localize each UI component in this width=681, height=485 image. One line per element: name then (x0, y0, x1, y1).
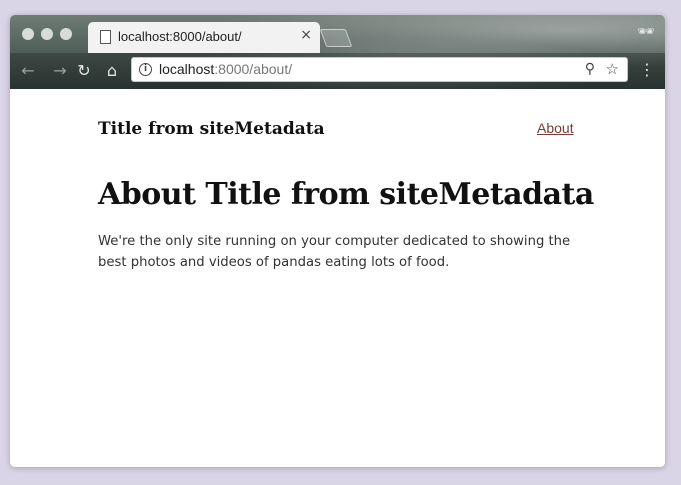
browser-toolbar: ← → ↻ ⌂ i localhost:8000/about/ ⚲ ☆ ⋮ (10, 53, 665, 89)
tab-title: localhost:8000/about/ (118, 29, 242, 44)
forward-icon[interactable]: → (50, 61, 70, 81)
url-path: :8000/about/ (214, 61, 293, 77)
site-title[interactable]: Title from siteMetadata (98, 119, 325, 139)
close-window-button[interactable] (22, 28, 34, 40)
bookmark-star-icon[interactable]: ☆ (606, 60, 619, 78)
url-text[interactable]: localhost:8000/about/ (159, 61, 292, 77)
url-host: localhost (159, 61, 215, 77)
minimize-window-button[interactable] (41, 28, 53, 40)
browser-chrome: localhost:8000/about/ × 🕶 ← → ↻ ⌂ i loca… (10, 15, 665, 89)
home-icon[interactable]: ⌂ (102, 61, 122, 81)
page-content: Title from siteMetadata About About Titl… (10, 89, 665, 467)
browser-menu-icon[interactable]: ⋮ (639, 61, 655, 79)
zoom-icon[interactable]: ⚲ (585, 61, 595, 77)
page-title: About Title from siteMetadata (98, 177, 594, 212)
incognito-icon: 🕶 (637, 24, 655, 40)
info-icon[interactable]: i (139, 63, 152, 76)
tab-close-icon[interactable]: × (300, 27, 312, 43)
maximize-window-button[interactable] (60, 28, 72, 40)
browser-window: localhost:8000/about/ × 🕶 ← → ↻ ⌂ i loca… (10, 15, 665, 467)
new-tab-button[interactable] (319, 29, 353, 47)
reload-icon[interactable]: ↻ (74, 61, 94, 81)
address-bar[interactable]: i localhost:8000/about/ ⚲ ☆ (131, 57, 628, 82)
browser-tab[interactable]: localhost:8000/about/ × (88, 22, 320, 53)
back-icon[interactable]: ← (18, 61, 38, 81)
page-body-text: We're the only site running on your comp… (98, 234, 571, 270)
nav-link-about[interactable]: About (537, 120, 574, 136)
document-icon (100, 30, 111, 44)
